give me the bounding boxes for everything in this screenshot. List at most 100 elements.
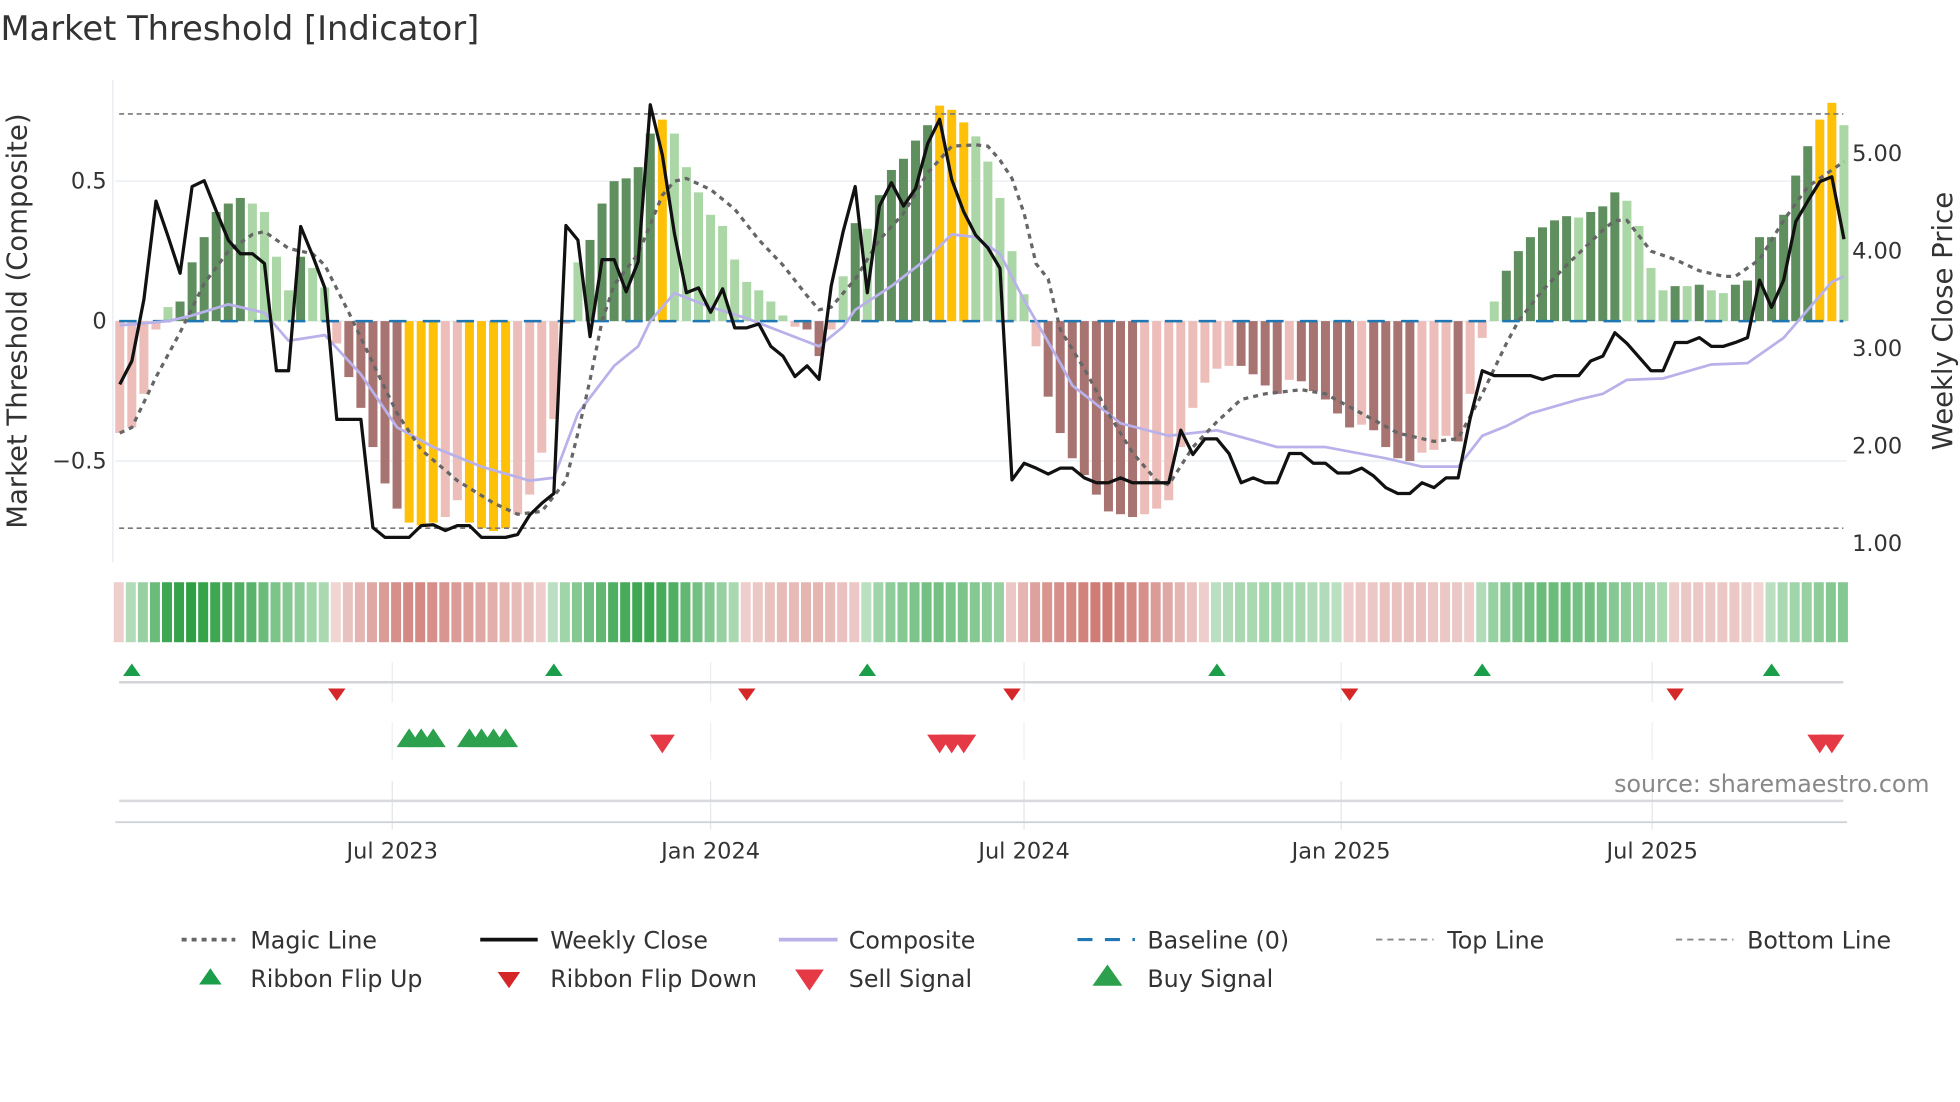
ribbon-cell bbox=[149, 582, 160, 643]
ribbon-cell bbox=[1825, 582, 1836, 643]
histogram-bar bbox=[1055, 321, 1065, 434]
histogram-bar bbox=[766, 301, 776, 322]
ribbon-flip-down-marker bbox=[1003, 688, 1021, 701]
legend: Magic Line Weekly Close Composite Baseli… bbox=[181, 926, 1891, 993]
left-axis-label: Market Threshold (Composite) bbox=[2, 113, 34, 528]
right-axis-label: Weekly Close Price bbox=[1927, 192, 1959, 450]
histogram-bar bbox=[1574, 217, 1584, 322]
ribbon-cell bbox=[1584, 582, 1595, 643]
histogram-bar bbox=[1827, 102, 1837, 322]
histogram-bar bbox=[1610, 192, 1620, 322]
histogram-bar bbox=[1513, 251, 1523, 322]
histogram-bar bbox=[886, 169, 896, 322]
ribbon-cell bbox=[306, 582, 317, 643]
ribbon-cell bbox=[282, 582, 293, 643]
ribbon-cell bbox=[1210, 582, 1221, 643]
ribbon-cell bbox=[1415, 582, 1426, 643]
ribbon-cell bbox=[451, 582, 462, 643]
ribbon-cell bbox=[897, 582, 908, 643]
ribbon-cell bbox=[608, 582, 619, 643]
ribbon-cell bbox=[1693, 582, 1704, 643]
histogram-bar bbox=[428, 321, 438, 523]
ribbon-cell bbox=[776, 582, 787, 643]
ribbon-cell bbox=[1464, 582, 1475, 643]
ribbon-cell bbox=[764, 582, 775, 643]
histogram-bar bbox=[1043, 321, 1053, 397]
ribbon-cell bbox=[1512, 582, 1523, 643]
histogram-bar bbox=[1116, 321, 1125, 515]
ribbon-cell bbox=[704, 582, 715, 643]
histogram-bar bbox=[718, 225, 728, 322]
histogram-bar bbox=[911, 140, 921, 322]
histogram-bar bbox=[1320, 321, 1330, 400]
ribbon-cell bbox=[644, 582, 655, 643]
ribbon-cell bbox=[487, 582, 498, 643]
legend-item-bottom-line: Bottom Line bbox=[1675, 926, 1891, 954]
ribbon-flip-up-marker bbox=[1473, 663, 1491, 676]
histogram-bar bbox=[1562, 216, 1572, 322]
ribbon-cell bbox=[1018, 582, 1029, 643]
ribbon-cell bbox=[620, 582, 631, 643]
ribbon-cell bbox=[1476, 582, 1487, 643]
ribbon-cell bbox=[547, 582, 558, 643]
histogram-bar bbox=[1007, 251, 1017, 322]
ribbon-cell bbox=[246, 582, 257, 643]
ribbon-cell bbox=[1138, 582, 1149, 643]
ribbon-cell bbox=[499, 582, 510, 643]
right-tick-label: 3.00 bbox=[1852, 336, 1902, 362]
histogram-bar bbox=[199, 237, 209, 322]
ribbon-cell bbox=[1705, 582, 1716, 643]
histogram-bar bbox=[778, 315, 788, 322]
right-tick-label: 4.00 bbox=[1852, 239, 1902, 265]
histogram-bar bbox=[1706, 290, 1716, 322]
ribbon-cell bbox=[1813, 582, 1824, 643]
triangle-down-icon bbox=[795, 969, 824, 991]
legend-item-sell-signal: Sell Signal bbox=[795, 965, 972, 993]
histogram-bar bbox=[501, 321, 511, 529]
ribbon-cell bbox=[1054, 582, 1065, 643]
ribbon-cell bbox=[1681, 582, 1692, 643]
legend-item-magic-line: Magic Line bbox=[181, 926, 377, 954]
sell-signal-marker bbox=[649, 734, 675, 754]
ribbon-cell bbox=[1150, 582, 1161, 643]
ribbon-cell bbox=[1596, 582, 1607, 643]
ribbon-cell bbox=[1632, 582, 1643, 643]
legend-label: Top Line bbox=[1446, 926, 1544, 954]
histogram-bar bbox=[344, 321, 354, 378]
ribbon-cell bbox=[1102, 582, 1113, 643]
ribbon-flip-up-marker bbox=[1208, 663, 1226, 676]
ribbon-cell bbox=[945, 582, 956, 643]
histogram-bar bbox=[1550, 220, 1560, 322]
ribbon-cell bbox=[210, 582, 221, 643]
ribbon-cell bbox=[1307, 582, 1318, 643]
histogram-bar bbox=[247, 203, 257, 322]
ribbon-cell bbox=[1765, 582, 1776, 643]
ribbon-cell bbox=[535, 582, 546, 643]
histogram-bar bbox=[802, 321, 812, 330]
ribbon-cell bbox=[1620, 582, 1631, 643]
ribbon-cell bbox=[981, 582, 992, 643]
ribbon-cell bbox=[1440, 582, 1451, 643]
histogram-bar bbox=[838, 276, 848, 322]
histogram-bar bbox=[1477, 321, 1487, 338]
ribbon-cell bbox=[1777, 582, 1788, 643]
ribbon-cell bbox=[1186, 582, 1197, 643]
ribbon-cell bbox=[1669, 582, 1680, 643]
histogram-bar bbox=[754, 290, 764, 322]
legend-item-weekly-close: Weekly Close bbox=[480, 926, 708, 954]
ribbon-cell bbox=[1367, 582, 1378, 643]
ribbon-cell bbox=[1283, 582, 1294, 643]
ribbon-cell bbox=[427, 582, 438, 643]
histogram-bar bbox=[1284, 321, 1294, 380]
histogram-bar bbox=[1453, 321, 1463, 442]
ribbon-cell bbox=[113, 582, 124, 643]
ribbon-cell bbox=[1042, 582, 1053, 643]
histogram-bar bbox=[525, 321, 535, 495]
histogram-bar bbox=[440, 321, 450, 518]
ribbon-cell bbox=[632, 582, 643, 643]
histogram-bar bbox=[1718, 293, 1728, 322]
histogram-bar bbox=[1441, 321, 1451, 436]
ribbon-cell bbox=[1403, 582, 1414, 643]
ribbon-cell bbox=[1608, 582, 1619, 643]
ribbon-cell bbox=[523, 582, 534, 643]
